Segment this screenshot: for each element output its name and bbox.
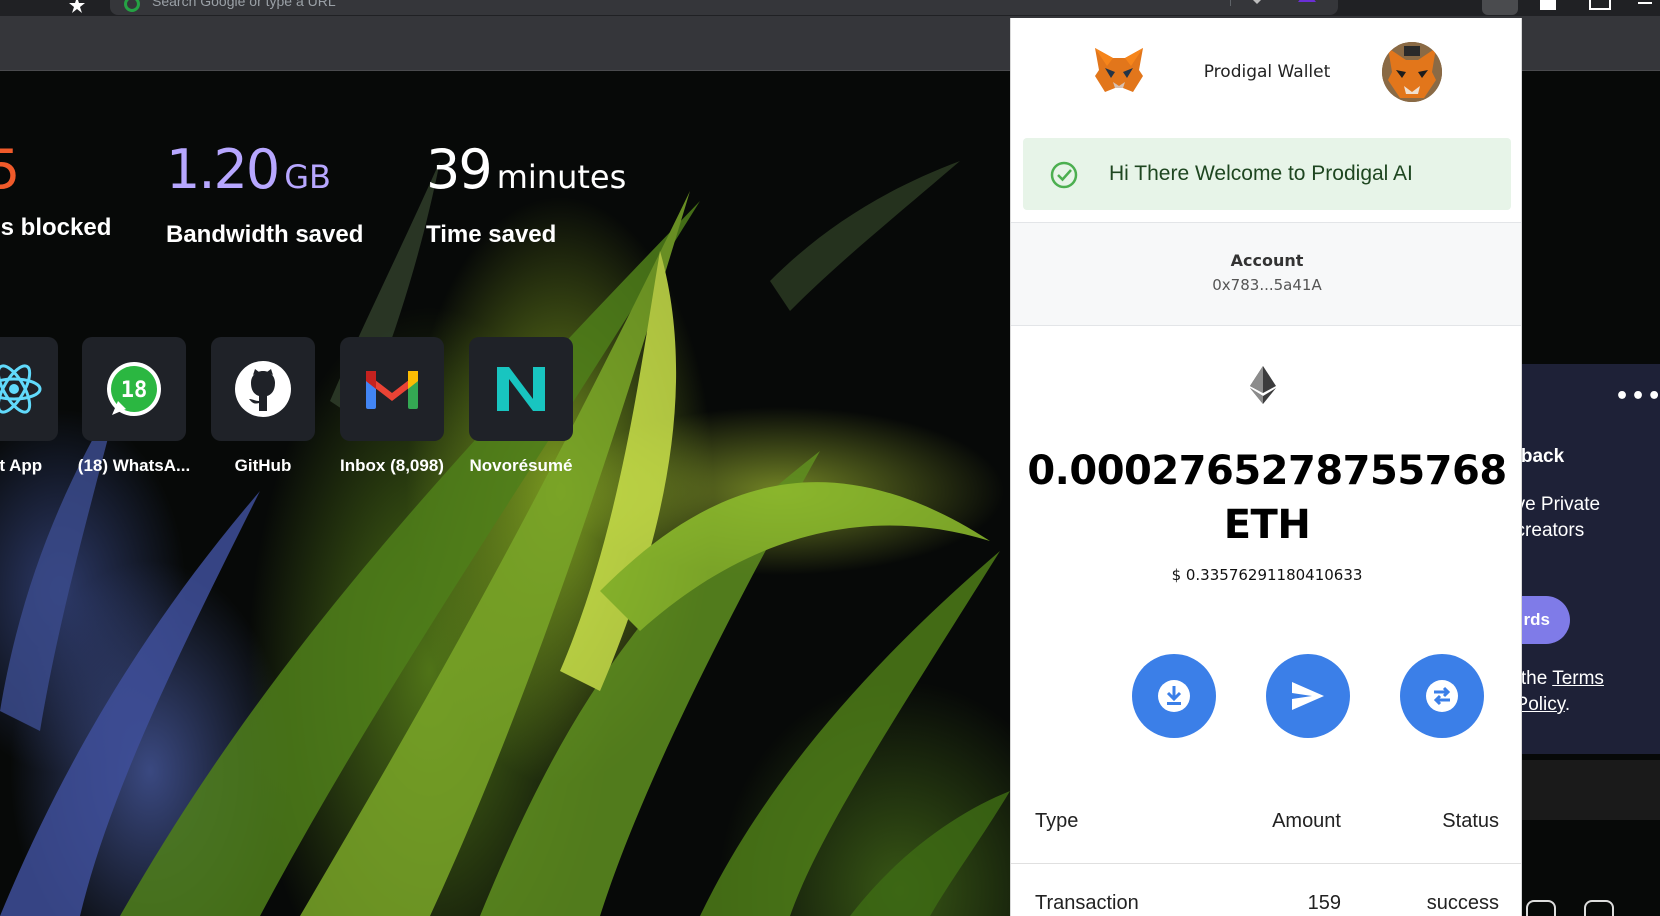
row-type: Transaction [1035,892,1139,914]
shortcut-label-gmail[interactable]: Inbox (8,098) [327,456,457,476]
row-amount: 159 [1307,892,1341,914]
shortcut-label-github[interactable]: GitHub [198,456,328,476]
menu-icon[interactable] [1630,0,1660,15]
account-label: Account [1230,251,1304,270]
account-avatar[interactable] [1382,42,1442,102]
history-icon[interactable] [1526,900,1556,916]
avatar-fox-icon [1382,42,1442,102]
window-icon[interactable] [1582,0,1618,15]
shortcut-novoresume[interactable] [469,337,573,441]
bandwidth-unit: GB [284,158,331,196]
swap-icon [1426,680,1458,712]
google-icon [124,0,140,12]
time-label: Time saved [426,221,557,248]
bottom-card-strip [1520,760,1660,820]
omnibox[interactable]: Search Google or type a URL [110,0,1338,15]
puzzle-icon[interactable] [1530,0,1566,15]
ads-blocked-value: 5 [0,138,20,201]
time-value: 39 [426,138,493,201]
account-address[interactable]: 0x783...5a41A [1011,276,1521,294]
receive-icon [1158,680,1190,712]
terms-link[interactable]: Terms [1552,668,1604,689]
shortcut-gmail[interactable] [340,337,444,441]
eth-balance-amount: 0.0002765278755768 [1027,448,1507,494]
send-icon [1292,682,1324,710]
wallet-popup: Prodigal Wallet Hi There Welcome to Prod… [1010,18,1522,916]
ads-blocked-label: ds blocked [0,214,112,241]
column-header-status: Status [1442,810,1499,832]
swap-button[interactable] [1400,654,1484,738]
ads-blocked-stat: 5 ds blocked [0,140,111,242]
brave-shield-icon[interactable] [1250,0,1264,4]
github-icon [235,361,291,417]
ethereum-icon [1250,366,1276,404]
whatsapp-badge: 18 [121,378,148,403]
check-circle-icon [1050,161,1078,189]
shortcut-label-whatsapp[interactable]: (18) WhatsA... [69,456,199,476]
policy-suffix: . [1564,694,1571,715]
welcome-message: Hi There Welcome to Prodigal AI [1109,162,1413,185]
bookmark-star-icon[interactable] [68,0,86,14]
shortcut-react-app[interactable] [0,337,58,441]
column-header-type: Type [1035,810,1079,832]
more-options-icon[interactable]: ••• [1615,384,1660,409]
usd-balance: $ 0.33576291180410633 [1171,566,1363,584]
welcome-alert: Hi There Welcome to Prodigal AI [1023,138,1511,210]
bandwidth-saved-stat: 1.20 GB Bandwidth saved [166,140,363,249]
shortcut-github[interactable] [211,337,315,441]
time-unit: minutes [496,158,627,196]
bandwidth-value: 1.20 [166,138,280,201]
omnibox-placeholder: Search Google or type a URL [152,0,336,9]
brave-rewards-icon[interactable] [1296,0,1318,2]
wallet-name: Prodigal Wallet [1203,62,1331,82]
eth-balance-unit: ETH [1223,502,1311,548]
video-icon[interactable] [1584,900,1614,916]
gmail-icon [366,371,418,409]
omnibox-separator [1230,0,1231,6]
receive-button[interactable] [1132,654,1216,738]
whatsapp-icon: 18 [107,362,161,416]
table-row[interactable]: Transaction 159 success [1011,864,1521,916]
send-button[interactable] [1266,654,1350,738]
bandwidth-label: Bandwidth saved [166,221,364,248]
row-status: success [1426,892,1499,914]
time-saved-stat: 39 minutes Time saved [426,140,626,249]
shortcut-label-novoresume[interactable]: Novorésumé [456,456,586,476]
column-header-amount: Amount [1272,810,1341,832]
shortcut-whatsapp[interactable]: 18 [82,337,186,441]
eth-balance: 0.0002765278755768 ETH [1011,444,1521,552]
extension-icon[interactable] [1482,0,1518,15]
account-section[interactable]: Account 0x783...5a41A [1011,222,1521,326]
wallet-header: Prodigal Wallet [1011,18,1521,138]
browser-top-bar: Search Google or type a URL [0,0,1660,16]
novoresume-icon [497,367,545,411]
transactions-table-header: Type Amount Status [1011,784,1521,864]
react-icon [0,364,42,414]
